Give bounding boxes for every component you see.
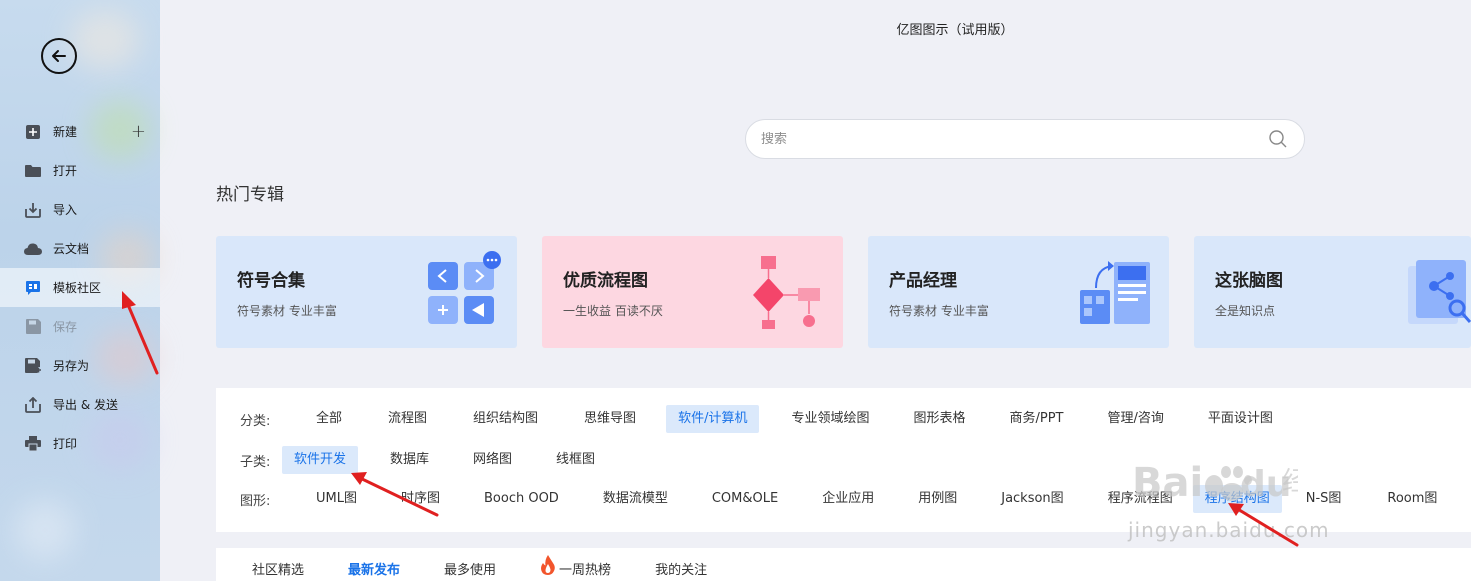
save-as-icon — [24, 357, 42, 375]
sidebar-menu: 新建 + 打开 导入 云文档 模板社区 保存 另存为 导出 & 发送 打印 — [0, 112, 160, 463]
new-plus-icon[interactable]: + — [131, 121, 146, 142]
shape-label: 图形: — [240, 493, 271, 509]
sidebar-item-label: 新建 — [53, 125, 78, 139]
cloud-icon — [24, 240, 42, 258]
search-icon[interactable] — [1268, 129, 1288, 149]
shape-room[interactable]: Room图 — [1375, 485, 1449, 513]
category-org-chart[interactable]: 组织结构图 — [461, 405, 550, 433]
shape-uml[interactable]: UML图 — [304, 485, 369, 513]
tab-weekly-hot[interactable]: 一周热榜 — [540, 555, 612, 578]
category-graphic-table[interactable]: 图形表格 — [901, 405, 977, 433]
category-management[interactable]: 管理/咨询 — [1095, 405, 1175, 433]
search-box — [745, 119, 1305, 159]
shape-jackson[interactable]: Jackson图 — [989, 485, 1075, 513]
sidebar-item-label: 打开 — [53, 164, 78, 178]
shape-enterprise[interactable]: 企业应用 — [810, 485, 886, 513]
sidebar-item-label: 另存为 — [53, 359, 90, 373]
export-icon — [24, 396, 42, 414]
symbols-illustration-icon — [428, 251, 501, 324]
baidu-jingyan-logo: Bai du 经 — [1132, 460, 1308, 506]
tab-most-used[interactable]: 最多使用 — [444, 559, 496, 578]
shape-ns[interactable]: N-S图 — [1294, 485, 1354, 513]
svg-text:Bai: Bai — [1132, 460, 1203, 506]
category-label: 分类: — [240, 413, 271, 429]
sidebar-item-cloud[interactable]: 云文档 — [0, 229, 160, 268]
sidebar-item-label: 导出 & 发送 — [53, 398, 118, 412]
subcategory-database[interactable]: 数据库 — [378, 446, 441, 474]
subcategory-label: 子类: — [240, 454, 271, 470]
shape-dataflow[interactable]: 数据流模型 — [591, 485, 680, 513]
category-row: 分类: 全部 流程图 组织结构图 思维导图 软件/计算机 专业领域绘图 图形表格… — [240, 405, 1285, 433]
category-graphic-design[interactable]: 平面设计图 — [1196, 405, 1285, 433]
album-card-symbols[interactable]: 符号合集 符号素材 专业丰富 — [216, 236, 517, 348]
back-button[interactable] — [41, 38, 77, 74]
search-input[interactable] — [761, 131, 1241, 147]
album-card-product-manager[interactable]: 产品经理 符号素材 专业丰富 — [868, 236, 1169, 348]
tab-latest[interactable]: 最新发布 — [348, 559, 400, 578]
flame-icon — [541, 555, 555, 575]
subcategory-wireframe[interactable]: 线框图 — [544, 446, 607, 474]
subcategory-network[interactable]: 网络图 — [461, 446, 524, 474]
save-icon — [24, 318, 42, 336]
sidebar-item-label: 云文档 — [53, 242, 90, 256]
category-all[interactable]: 全部 — [304, 405, 354, 433]
album-card-flowchart[interactable]: 优质流程图 一生收益 百读不厌 — [542, 236, 843, 348]
mind-map-illustration-icon — [1408, 260, 1471, 324]
shape-use-case[interactable]: 用例图 — [906, 485, 969, 513]
shape-booch-ood[interactable]: Booch OOD — [472, 485, 571, 513]
sidebar-item-export-send[interactable]: 导出 & 发送 — [0, 385, 160, 424]
community-tabs: 社区精选 最新发布 最多使用 一周热榜 我的关注 — [216, 548, 1471, 581]
sidebar-item-label: 模板社区 — [53, 281, 102, 295]
sidebar-item-open[interactable]: 打开 — [0, 151, 160, 190]
plus-square-icon — [24, 123, 42, 141]
sidebar-item-print[interactable]: 打印 — [0, 424, 160, 463]
watermark-text: jingyan.baidu.com — [1128, 518, 1330, 542]
tab-following[interactable]: 我的关注 — [655, 559, 707, 578]
category-software-computer[interactable]: 软件/计算机 — [666, 405, 760, 433]
sidebar-item-save-as[interactable]: 另存为 — [0, 346, 160, 385]
sidebar-item-label: 保存 — [53, 320, 78, 334]
category-flowchart[interactable]: 流程图 — [376, 405, 439, 433]
tab-community-picks[interactable]: 社区精选 — [252, 559, 304, 578]
category-professional[interactable]: 专业领域绘图 — [779, 405, 881, 433]
folder-icon — [24, 162, 42, 180]
subcategory-row: 子类: 软件开发 数据库 网络图 线框图 — [240, 446, 607, 474]
template-community-icon — [24, 279, 42, 297]
sidebar-item-label: 打印 — [53, 437, 78, 451]
arrow-left-icon — [52, 50, 66, 62]
sidebar-item-label: 导入 — [53, 203, 78, 217]
album-card-mind-map[interactable]: 这张脑图 全是知识点 — [1194, 236, 1471, 348]
svg-text:经: 经 — [1282, 467, 1298, 497]
hot-albums-title: 热门专辑 — [216, 185, 284, 205]
subcategory-software-dev[interactable]: 软件开发 — [282, 446, 359, 474]
sidebar-item-import[interactable]: 导入 — [0, 190, 160, 229]
baidu-watermark: Bai du 经 jingyan.baidu.com — [1128, 452, 1329, 542]
sidebar: 新建 + 打开 导入 云文档 模板社区 保存 另存为 导出 & 发送 打印 — [0, 0, 160, 581]
category-business-ppt[interactable]: 商务/PPT — [997, 405, 1075, 433]
sidebar-item-save[interactable]: 保存 — [0, 307, 160, 346]
category-mind-map[interactable]: 思维导图 — [572, 405, 648, 433]
sidebar-item-template-community[interactable]: 模板社区 — [0, 268, 160, 307]
shape-com-ole[interactable]: COM&OLE — [700, 485, 790, 513]
product-manager-illustration-icon — [1080, 261, 1150, 324]
print-icon — [24, 435, 42, 453]
import-icon — [24, 201, 42, 219]
sidebar-item-new[interactable]: 新建 + — [0, 112, 160, 151]
tab-label: 一周热榜 — [559, 562, 612, 578]
window-title: 亿图图示（试用版） — [896, 23, 1014, 38]
flowchart-illustration-icon — [753, 256, 820, 329]
shape-sequence[interactable]: 时序图 — [389, 485, 452, 513]
